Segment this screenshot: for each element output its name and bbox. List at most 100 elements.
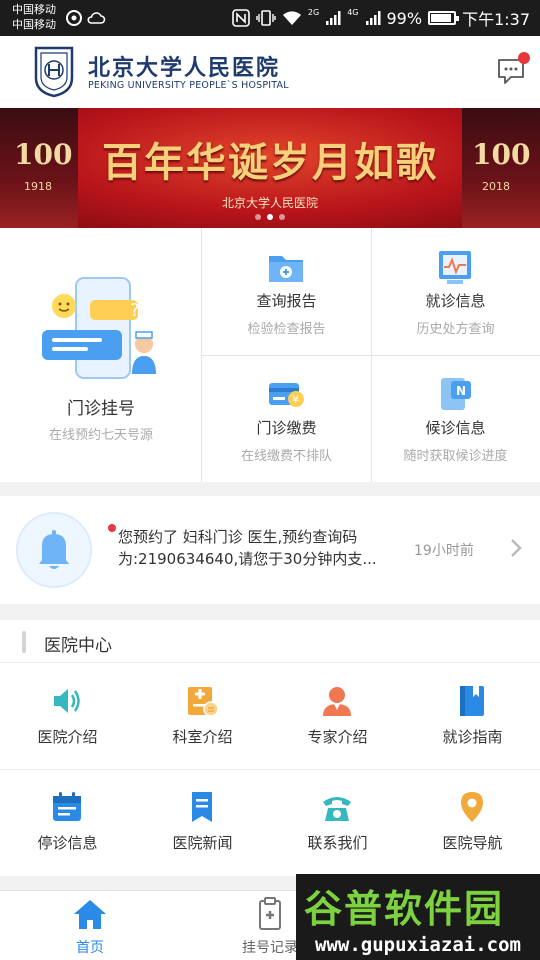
department-icon [188, 687, 219, 717]
banner-year-right: 2018 [482, 180, 510, 193]
carousel-dot[interactable] [255, 214, 261, 220]
watermark-title-box: 谷普软件园 [296, 874, 540, 932]
wifi-icon [282, 11, 301, 25]
center-row-2: 停诊信息 医院新闻 联系我们 医院导航 [0, 770, 540, 876]
visit-info-card[interactable]: 就诊信息 历史处方查询 [371, 228, 540, 355]
section-header: 医院中心 [0, 620, 540, 663]
appointment-notification[interactable]: 您预约了 妇科门诊 医生,预约查询码 为:2190634640,请您于30分钟内… [0, 496, 540, 604]
tab-home-label: 首页 [76, 940, 104, 956]
outpatient-payment-card[interactable]: ¥ 门诊缴费 在线缴费不排队 [202, 355, 371, 482]
app-header: 北京大学人民医院 PEKING UNIVERSITY PEOPLE`S HOSP… [0, 36, 540, 108]
battery-level [431, 14, 452, 22]
notification-line-2: 为:2190634640,请您于30分钟内支... [118, 550, 377, 568]
notification-message: 您预约了 妇科门诊 医生,预约查询码 为:2190634640,请您于30分钟内… [118, 526, 398, 570]
speaker-icon [54, 689, 80, 713]
queue-notification-icon: N [441, 378, 471, 410]
chevron-right-icon [511, 539, 522, 557]
banner-badge-left: 100 [14, 138, 73, 171]
registration-illustration-icon: ? [42, 277, 156, 379]
query-report-subtitle: 检验检查报告 [247, 322, 326, 337]
carousel-dot[interactable] [279, 214, 285, 220]
battery-percent: 99% [386, 8, 423, 28]
hospital-news-label: 医院新闻 [172, 834, 233, 852]
queue-info-card[interactable]: N 候诊信息 随时获取候诊进度 [371, 355, 540, 482]
clipboard-medical-icon [259, 897, 281, 930]
banner-title: 百年华诞岁月如歌 [102, 139, 438, 186]
status-time: 下午1:37 [462, 10, 530, 29]
tab-home[interactable]: 首页 [0, 891, 180, 960]
banner-year-left: 1918 [24, 180, 52, 193]
expert-intro-item[interactable]: 专家介绍 [270, 664, 405, 770]
outpatient-registration-card[interactable]: ? 门诊挂号 在线预约七天号源 [0, 228, 202, 482]
signal-icon-1 [326, 11, 341, 25]
expert-intro-label: 专家介绍 [307, 728, 368, 746]
unread-badge [518, 52, 530, 64]
carrier-2: 中国移动 [12, 18, 56, 31]
suspension-info-label: 停诊信息 [37, 834, 98, 852]
doctor-icon [323, 687, 351, 716]
suspension-info-item[interactable]: 停诊信息 [0, 770, 135, 876]
contact-us-item[interactable]: 联系我们 [270, 770, 405, 876]
visit-guide-label: 就诊指南 [442, 728, 503, 746]
notification-line-1: 您预约了 妇科门诊 医生,预约查询码 [118, 528, 358, 546]
department-intro-item[interactable]: 科室介绍 [135, 664, 270, 770]
telephone-icon [323, 797, 351, 821]
hospital-emblem-icon [34, 46, 74, 98]
svg-text:N: N [456, 384, 466, 398]
report-folder-icon [269, 256, 303, 282]
home-icon [74, 900, 106, 929]
hospital-name-en: PEKING UNIVERSITY PEOPLE`S HOSPITAL [88, 80, 289, 91]
hospital-news-item[interactable]: 医院新闻 [135, 770, 270, 876]
messages-button[interactable] [496, 52, 530, 86]
signal-icon-2 [365, 11, 380, 25]
banner-badge-right: 100 [472, 138, 531, 171]
queue-info-subtitle: 随时获取候诊进度 [403, 449, 508, 464]
department-intro-label: 科室介绍 [172, 728, 233, 746]
vibrate-icon [256, 10, 276, 26]
battery-icon [428, 11, 460, 25]
notification-time: 19小时前 [414, 543, 474, 559]
unread-dot [108, 524, 116, 532]
visit-info-subtitle: 历史处方查询 [416, 322, 495, 337]
query-report-title: 查询报告 [256, 292, 317, 310]
outpatient-payment-title: 门诊缴费 [256, 419, 317, 437]
cloud-icon [87, 12, 106, 24]
calendar-icon [53, 792, 81, 821]
hospital-intro-label: 医院介绍 [37, 728, 98, 746]
service-grid: ? 门诊挂号 在线预约七天号源 查询报告 检验检查报告 就诊信息 历史处方查询 [0, 228, 540, 482]
hospital-name-cn: 北京大学人民医院 [88, 55, 281, 81]
query-report-card[interactable]: 查询报告 检验检查报告 [202, 228, 371, 355]
news-bookmark-icon [192, 792, 212, 822]
hospital-center-section: 医院中心 医院介绍 科室介绍 专家介绍 就诊指南 停诊信息 医院新闻 联系我们 … [0, 620, 540, 876]
center-row-1: 医院介绍 科室介绍 专家介绍 就诊指南 [0, 664, 540, 770]
outpatient-registration-title: 门诊挂号 [67, 399, 135, 419]
section-title: 医院中心 [44, 636, 112, 656]
visit-guide-item[interactable]: 就诊指南 [405, 664, 540, 770]
banner-carousel[interactable]: 100 1918 100 2018 百年华诞岁月如歌 北京大学人民医院 [0, 108, 540, 228]
site-watermark: 谷普软件园 www.gupuxiazai.com [296, 874, 540, 960]
banner-subtitle: 北京大学人民医院 [221, 196, 318, 210]
section-header-bar [22, 631, 26, 653]
hospital-intro-item[interactable]: 医院介绍 [0, 664, 135, 770]
status-bar: 中国移动 中国移动 2G 4G 99% 下午1:37 [0, 0, 540, 36]
payment-card-icon: ¥ [269, 383, 304, 407]
guide-book-icon [460, 686, 484, 716]
sync-icon [66, 10, 82, 26]
carousel-indicator [0, 214, 540, 220]
outpatient-payment-subtitle: 在线缴费不排队 [240, 449, 332, 464]
bell-icon [39, 530, 69, 569]
svg-text:¥: ¥ [292, 393, 299, 406]
carousel-dot[interactable] [267, 214, 273, 220]
nfc-icon [232, 9, 250, 27]
hospital-navigation-label: 医院导航 [442, 834, 503, 852]
queue-info-title: 候诊信息 [425, 419, 486, 437]
carrier-1: 中国移动 [12, 3, 56, 16]
svg-text:?: ? [130, 300, 140, 321]
network-2g-label: 2G [307, 7, 320, 17]
watermark-title: 谷普软件园 [304, 887, 505, 931]
bell-badge [16, 512, 92, 588]
hospital-navigation-item[interactable]: 医院导航 [405, 770, 540, 876]
visit-info-title: 就诊信息 [425, 292, 486, 310]
contact-us-label: 联系我们 [307, 834, 368, 852]
watermark-url: www.gupuxiazai.com [296, 932, 540, 960]
